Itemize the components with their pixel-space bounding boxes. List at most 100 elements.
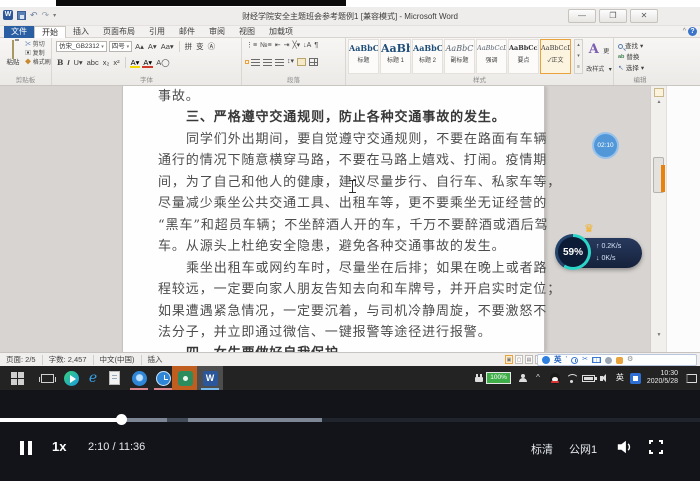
style-heading2[interactable]: AaBbC标题 2 [412, 39, 443, 74]
tab-view[interactable]: 视图 [232, 26, 262, 38]
speaker-tray-icon[interactable] [600, 374, 610, 383]
quality-button[interactable]: 标清 [531, 441, 553, 457]
word-app-active[interactable]: W [197, 366, 223, 390]
ime-scissors-icon[interactable]: ✂ [582, 355, 588, 365]
copy-button[interactable]: ▣ 复制 [25, 51, 51, 58]
line-spacing-icon[interactable]: ↕▾ [287, 57, 294, 67]
paste-button[interactable]: 粘贴 [3, 41, 23, 75]
start-button[interactable] [4, 366, 30, 390]
sort-icon[interactable]: ↓A [303, 41, 311, 51]
ime-language-toggle[interactable]: 英 [554, 355, 562, 365]
hidden-icons-chevron[interactable]: ^ [536, 374, 540, 382]
subscript-button[interactable]: x₂ [102, 57, 111, 68]
tab-references[interactable]: 引用 [142, 26, 172, 38]
help-icon[interactable]: ? [688, 27, 697, 36]
show-marks-icon[interactable]: ¶ [314, 41, 318, 51]
character-border-button[interactable]: A◯ [155, 57, 170, 68]
speed-monitor-widget[interactable]: ♛ 59% ↑ 0.2K/s ↓ 0K/s [556, 224, 646, 270]
bold-button[interactable]: B [56, 57, 64, 68]
vertical-scrollbar[interactable]: ▲ ▼ [650, 86, 666, 352]
ime-tray-icon[interactable] [630, 373, 641, 384]
change-styles-button[interactable]: A 更改样式 ▾ [586, 40, 612, 76]
fullscreen-button[interactable] [649, 440, 663, 454]
select-button[interactable]: ↖选择 ▾ [618, 64, 644, 73]
enclose-char-button[interactable]: Ⓐ [207, 41, 217, 52]
shading-icon[interactable] [297, 58, 306, 66]
style-keypoint[interactable]: AaBbCcD要点 [508, 39, 539, 74]
ime-punctuation-icon[interactable]: ’ [566, 355, 568, 365]
char-scale-button[interactable]: 变 [195, 41, 205, 52]
grow-font-button[interactable]: A▴ [134, 41, 145, 52]
notepad-app[interactable] [101, 366, 127, 390]
style-subtitle[interactable]: AaBbC副标题 [444, 39, 475, 74]
highlight-color-button[interactable]: A▾ [130, 58, 141, 67]
scroll-up-icon[interactable]: ▲ [651, 99, 666, 105]
document-page[interactable]: 事故。 三、严格遵守交通规则，防止各种交通事故的发生。 同学们外出期间，要自觉遵… [122, 86, 545, 352]
scroll-down-icon[interactable]: ▼ [651, 332, 666, 338]
web-layout-view-icon[interactable]: ▤ [525, 355, 533, 364]
shrink-font-button[interactable]: A▾ [147, 41, 158, 52]
increase-indent-icon[interactable]: ⇥ [284, 41, 290, 51]
align-center-icon[interactable] [263, 59, 272, 66]
format-painter-button[interactable]: ◆ 格式刷 [25, 60, 51, 67]
ime-clock-icon[interactable] [571, 357, 578, 364]
tray-clock[interactable]: 10:302020/5/28 [647, 370, 678, 386]
progress-track[interactable] [0, 418, 700, 422]
ruler-toggle-icon[interactable] [654, 88, 664, 97]
decrease-indent-icon[interactable]: ⇤ [275, 41, 281, 51]
insert-mode[interactable]: 插入 [148, 355, 169, 365]
style-heading[interactable]: AaBbC标题 [348, 39, 379, 74]
phonetic-guide-button[interactable]: 拼 [184, 41, 194, 52]
browser-app-running[interactable] [126, 366, 152, 390]
maximize-button[interactable]: ❐ [599, 9, 627, 23]
tray-language-indicator[interactable]: 英 [616, 373, 624, 383]
close-button[interactable]: ✕ [630, 9, 658, 23]
wifi-icon[interactable] [566, 374, 577, 383]
ime-account-icon[interactable] [605, 357, 612, 364]
style-emphasis[interactable]: AaBbCcDx强调 [476, 39, 507, 74]
playback-speed-button[interactable]: 1x [52, 439, 66, 454]
line-select-button[interactable]: 公网1 [569, 441, 597, 457]
cut-button[interactable]: ✂ 剪切 [25, 42, 51, 49]
tab-addins[interactable]: 加载项 [262, 26, 300, 38]
minimize-ribbon-icon[interactable]: ^ [683, 28, 686, 35]
word-count[interactable]: 字数: 2,457 [49, 355, 94, 365]
numbering-icon[interactable]: №≡ [260, 41, 272, 51]
pause-button[interactable] [20, 441, 32, 455]
ime-logo-icon[interactable] [542, 356, 550, 364]
task-view-button[interactable] [34, 366, 60, 390]
font-name-select[interactable]: 仿宋_GB2312 ▾ [56, 41, 107, 52]
style-normal-selected[interactable]: AaBbCcDd✓正文 [540, 39, 571, 74]
font-size-select[interactable]: 四号 ▾ [109, 41, 132, 52]
tab-review[interactable]: 审阅 [202, 26, 232, 38]
borders-icon[interactable] [309, 58, 318, 66]
change-case-button[interactable]: Aa▾ [160, 41, 175, 52]
print-layout-view-icon[interactable]: ▣ [505, 355, 513, 364]
style-gallery-scroll[interactable]: ▴▾≡ [574, 39, 583, 74]
page-indicator[interactable]: 页面: 2/5 [6, 355, 43, 365]
language-indicator[interactable]: 中文(中国) [100, 355, 142, 365]
align-justify-button[interactable] [246, 61, 248, 63]
superscript-button[interactable]: x² [112, 57, 120, 68]
ime-skin-icon[interactable] [616, 357, 623, 364]
battery-percent-badge[interactable]: 100% [486, 372, 511, 384]
people-tray-icon[interactable] [519, 374, 527, 382]
tab-page-layout[interactable]: 页面布局 [96, 26, 142, 38]
tab-mailings[interactable]: 邮件 [172, 26, 202, 38]
italic-button[interactable]: I [66, 57, 70, 68]
fullscreen-view-icon[interactable]: ▢ [515, 355, 523, 364]
bullets-icon[interactable]: ⋮≡ [246, 41, 257, 51]
align-right-icon[interactable] [275, 59, 284, 66]
minimize-button[interactable]: — [568, 9, 596, 23]
ime-keyboard-icon[interactable] [592, 357, 601, 363]
tab-file[interactable]: 文件 [4, 26, 34, 38]
qq-tray-icon[interactable] [550, 373, 560, 384]
font-color-button[interactable]: A▾ [142, 58, 153, 67]
asian-layout-icon[interactable]: ╳▾ [292, 41, 300, 51]
underline-button[interactable]: U▾ [72, 57, 83, 68]
battery-tray-icon[interactable] [582, 375, 595, 382]
volume-button[interactable] [616, 439, 634, 455]
strikethrough-button[interactable]: abc [86, 57, 100, 68]
style-heading1[interactable]: AaBb标题 1 [380, 39, 411, 74]
tab-home[interactable]: 开始 [34, 26, 66, 38]
